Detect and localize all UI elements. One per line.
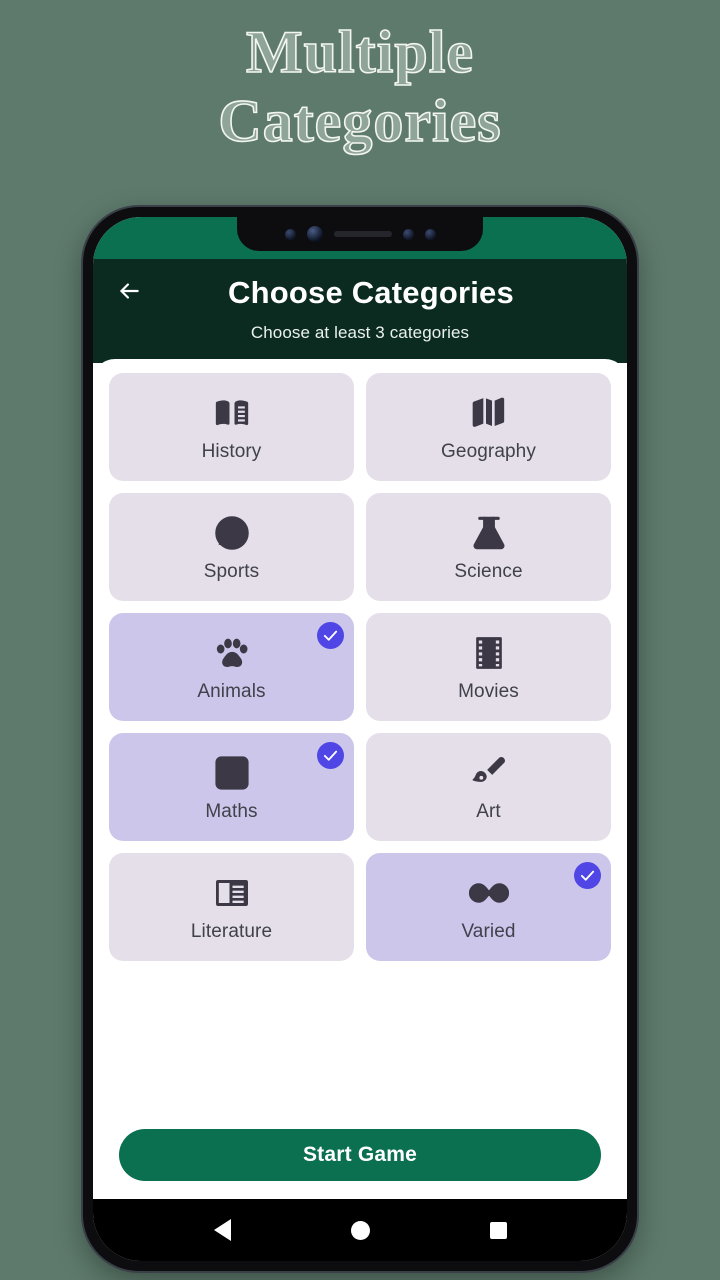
promo-headline-line-2: Categories	[218, 87, 502, 155]
category-card-history[interactable]: History	[109, 373, 354, 481]
category-label: Maths	[205, 801, 258, 822]
map-icon	[467, 391, 511, 435]
front-camera-icon	[306, 226, 323, 242]
app-bar-row: Choose Categories	[93, 269, 627, 317]
flask-icon	[467, 511, 511, 555]
category-card-maths[interactable]: Maths	[109, 733, 354, 841]
category-card-varied[interactable]: Varied	[366, 853, 611, 961]
paint-brush-icon	[467, 751, 511, 795]
film-strip-icon	[467, 631, 511, 675]
nav-back-button[interactable]	[205, 1213, 239, 1247]
phone-notch	[237, 217, 483, 251]
category-grid: History Geography Sports Science Animals…	[109, 373, 611, 961]
infinity-icon	[467, 871, 511, 915]
cta-container: Start Game	[109, 1129, 611, 1199]
phone-screen-bezel: Choose Categories Choose at least 3 cate…	[93, 217, 627, 1261]
nav-home-button[interactable]	[343, 1213, 377, 1247]
paw-print-icon	[210, 631, 254, 675]
status-bar	[93, 217, 627, 259]
phone-frame: Choose Categories Choose at least 3 cate…	[83, 207, 637, 1271]
category-label: Science	[454, 561, 523, 582]
page-title: Choose Categories	[228, 275, 514, 310]
android-nav-bar	[93, 1199, 627, 1261]
circle-home-icon	[350, 1220, 370, 1240]
volleyball-icon	[210, 511, 254, 555]
proximity-sensor-icon	[402, 228, 414, 240]
article-icon	[210, 871, 254, 915]
selected-check-badge	[317, 622, 344, 649]
category-card-geography[interactable]: Geography	[366, 373, 611, 481]
selected-check-badge	[574, 862, 601, 889]
category-label: Movies	[458, 681, 519, 702]
start-game-button[interactable]: Start Game	[119, 1129, 601, 1181]
category-label: Art	[476, 801, 501, 822]
category-card-literature[interactable]: Literature	[109, 853, 354, 961]
category-card-art[interactable]: Art	[366, 733, 611, 841]
category-label: Geography	[441, 441, 536, 462]
page-subtitle: Choose at least 3 categories	[250, 323, 470, 342]
category-label: Animals	[197, 681, 266, 702]
promo-headline: Multiple Categories	[0, 18, 720, 156]
category-label: Sports	[203, 561, 260, 582]
earpiece-speaker-icon	[333, 231, 392, 237]
category-card-science[interactable]: Science	[366, 493, 611, 601]
category-label: Literature	[190, 921, 273, 942]
app-bar: Choose Categories Choose at least 3 cate…	[93, 259, 627, 363]
category-card-sports[interactable]: Sports	[109, 493, 354, 601]
category-card-animals[interactable]: Animals	[109, 613, 354, 721]
nav-recents-button[interactable]	[481, 1213, 515, 1247]
calculator-icon	[210, 751, 254, 795]
sensor-dot-icon	[284, 228, 296, 240]
category-card-movies[interactable]: Movies	[366, 613, 611, 721]
promo-headline-line-1: Multiple	[245, 18, 474, 86]
open-book-icon	[210, 391, 254, 435]
content-sheet: History Geography Sports Science Animals…	[93, 359, 627, 1199]
app-screen: Choose Categories Choose at least 3 cate…	[93, 217, 627, 1261]
square-recents-icon	[489, 1221, 507, 1239]
triangle-back-icon	[213, 1219, 231, 1241]
selected-check-badge	[317, 742, 344, 769]
ambient-light-sensor-icon	[424, 228, 436, 240]
category-label: History	[201, 441, 262, 462]
category-label: Varied	[461, 921, 516, 942]
